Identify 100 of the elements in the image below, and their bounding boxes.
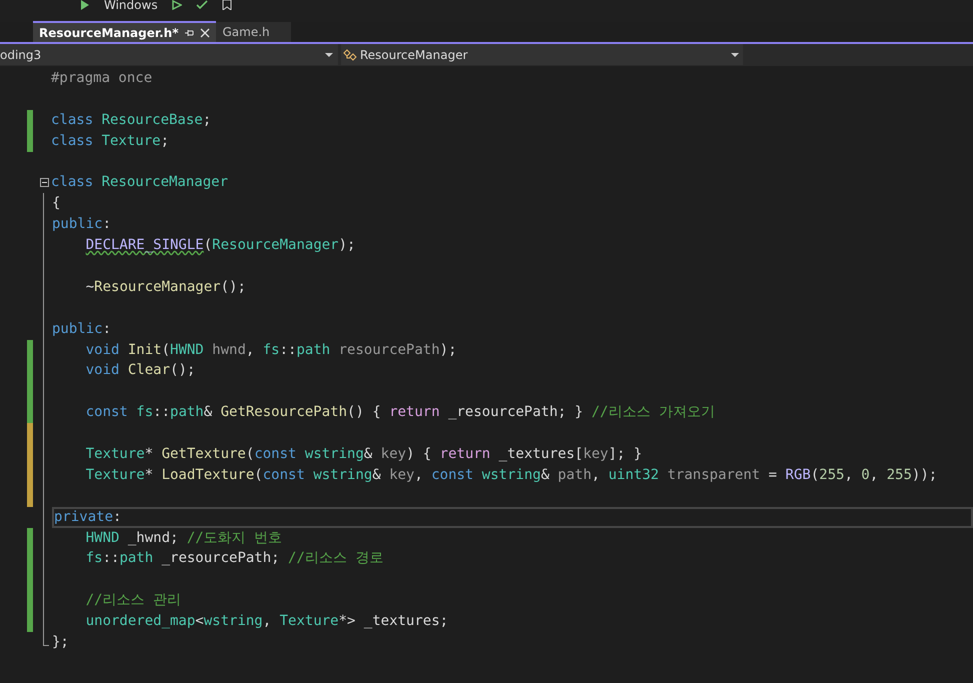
code-token: _resourcePath; [160,550,281,566]
code-token: void [84,342,120,358]
code-token: Init [128,342,162,358]
code-token: ( [204,237,212,254]
file-tab[interactable]: Game.h [216,22,292,42]
bookmark-icon[interactable] [222,0,232,10]
code-token: public [52,216,103,232]
code-token: void [84,362,120,378]
code-token: Texture [102,132,161,149]
close-icon[interactable] [200,28,210,38]
code-token: private [54,508,114,525]
code-token: HWND [170,342,204,358]
code-token: fs [84,550,103,566]
code-token: const [254,446,298,462]
code-token: transparent [666,466,760,483]
code-token: return [440,446,490,462]
code-token: class [51,132,94,149]
code-token: Texture [84,466,145,483]
code-token: ResourceManager [102,174,228,190]
code-token: (); [220,278,246,295]
code-token: * [144,466,154,483]
code-token: ); [440,342,457,358]
code-token: 255 [819,466,844,483]
code-token: , [414,466,424,483]
code-token: Clear [128,362,170,378]
code-token: *> _textures; [338,613,448,630]
code-token: , [592,466,601,483]
code-comment: //리소스 경로 [288,550,384,566]
code-token: class [51,174,94,190]
code-token: : [102,320,112,337]
play-icon[interactable] [80,0,90,10]
code-token: fs [262,342,280,358]
code-token: const [431,466,474,483]
code-token: & [372,466,382,483]
code-token: GetTexture [162,446,246,462]
code-token: path [558,466,592,483]
code-token: * [144,446,154,462]
code-token: & [204,404,214,420]
code-token: , [844,466,854,483]
code-token: const [84,404,129,420]
file-tab[interactable]: ResourceManager.h* [33,21,216,42]
code-token: :: [153,404,170,420]
code-token: ~ [84,278,94,295]
code-token: : [113,508,122,525]
caret-icon [325,52,333,56]
code-token: 255 [886,466,912,483]
code-token: uint32 [608,466,659,483]
code-comment: //리소스 관리 [84,592,182,608]
code-token: ( [246,446,254,462]
code-token: return [389,404,440,420]
scope-dropdown[interactable]: ResourceManager [341,44,743,65]
code-token: & [364,446,374,462]
code-token: ResourceManager [212,237,339,254]
check-icon[interactable] [196,0,208,10]
code-token: path [170,404,204,420]
code-token: _hwnd; [126,530,180,546]
class-icon [343,48,357,60]
code-comment: //리소스 가져오기 [591,404,715,420]
code-token: :: [280,342,296,358]
code-token: RGB [785,466,811,483]
code-token: ( [162,342,170,358]
code-token: #pragma once [51,70,152,86]
code-token: () { [347,404,382,420]
code-token: path [119,550,154,566]
code-token: class [51,112,94,128]
code-token: wstring [482,466,541,483]
code-token: & [540,466,550,483]
code-token: public [52,320,103,337]
collapse-icon[interactable] [40,178,48,188]
code-token: wstring [204,613,263,630]
code-token: Texture [280,613,339,630]
code-token: DECLARE_SINGLE [86,237,204,254]
code-token: ResourceBase [102,112,203,128]
code-token: fs [136,404,154,420]
code-token: _resourcePath; } [447,404,584,420]
caret-icon [731,52,739,56]
code-comment: //도화지 번호 [186,530,282,546]
code-token: ResourceManager [94,278,221,295]
code-token: key [389,466,414,483]
code-token: path [296,342,330,358]
project-dropdown[interactable]: oding3 [0,44,338,65]
code-token: (); [170,362,196,378]
code-token: hwnd [211,342,246,358]
code-token: = [768,466,778,483]
code-token: ( [254,466,263,483]
code-token: resourcePath [338,342,440,358]
code-token: unordered_map [84,613,196,630]
platform-label[interactable]: Windows [104,0,158,10]
code-token: :: [102,550,120,566]
code-token: Texture [84,446,145,462]
code-token: key [380,446,406,462]
code-token: 0 [861,466,870,483]
code-token: GetResourcePath [220,404,348,420]
code-token: ]; } [608,446,642,462]
play-outline-icon[interactable] [172,0,182,10]
code-token: key [583,446,608,462]
code-token: }; [52,634,69,650]
code-token: , [246,342,256,358]
pin-icon[interactable] [184,28,194,38]
code-token: wstring [313,466,372,483]
